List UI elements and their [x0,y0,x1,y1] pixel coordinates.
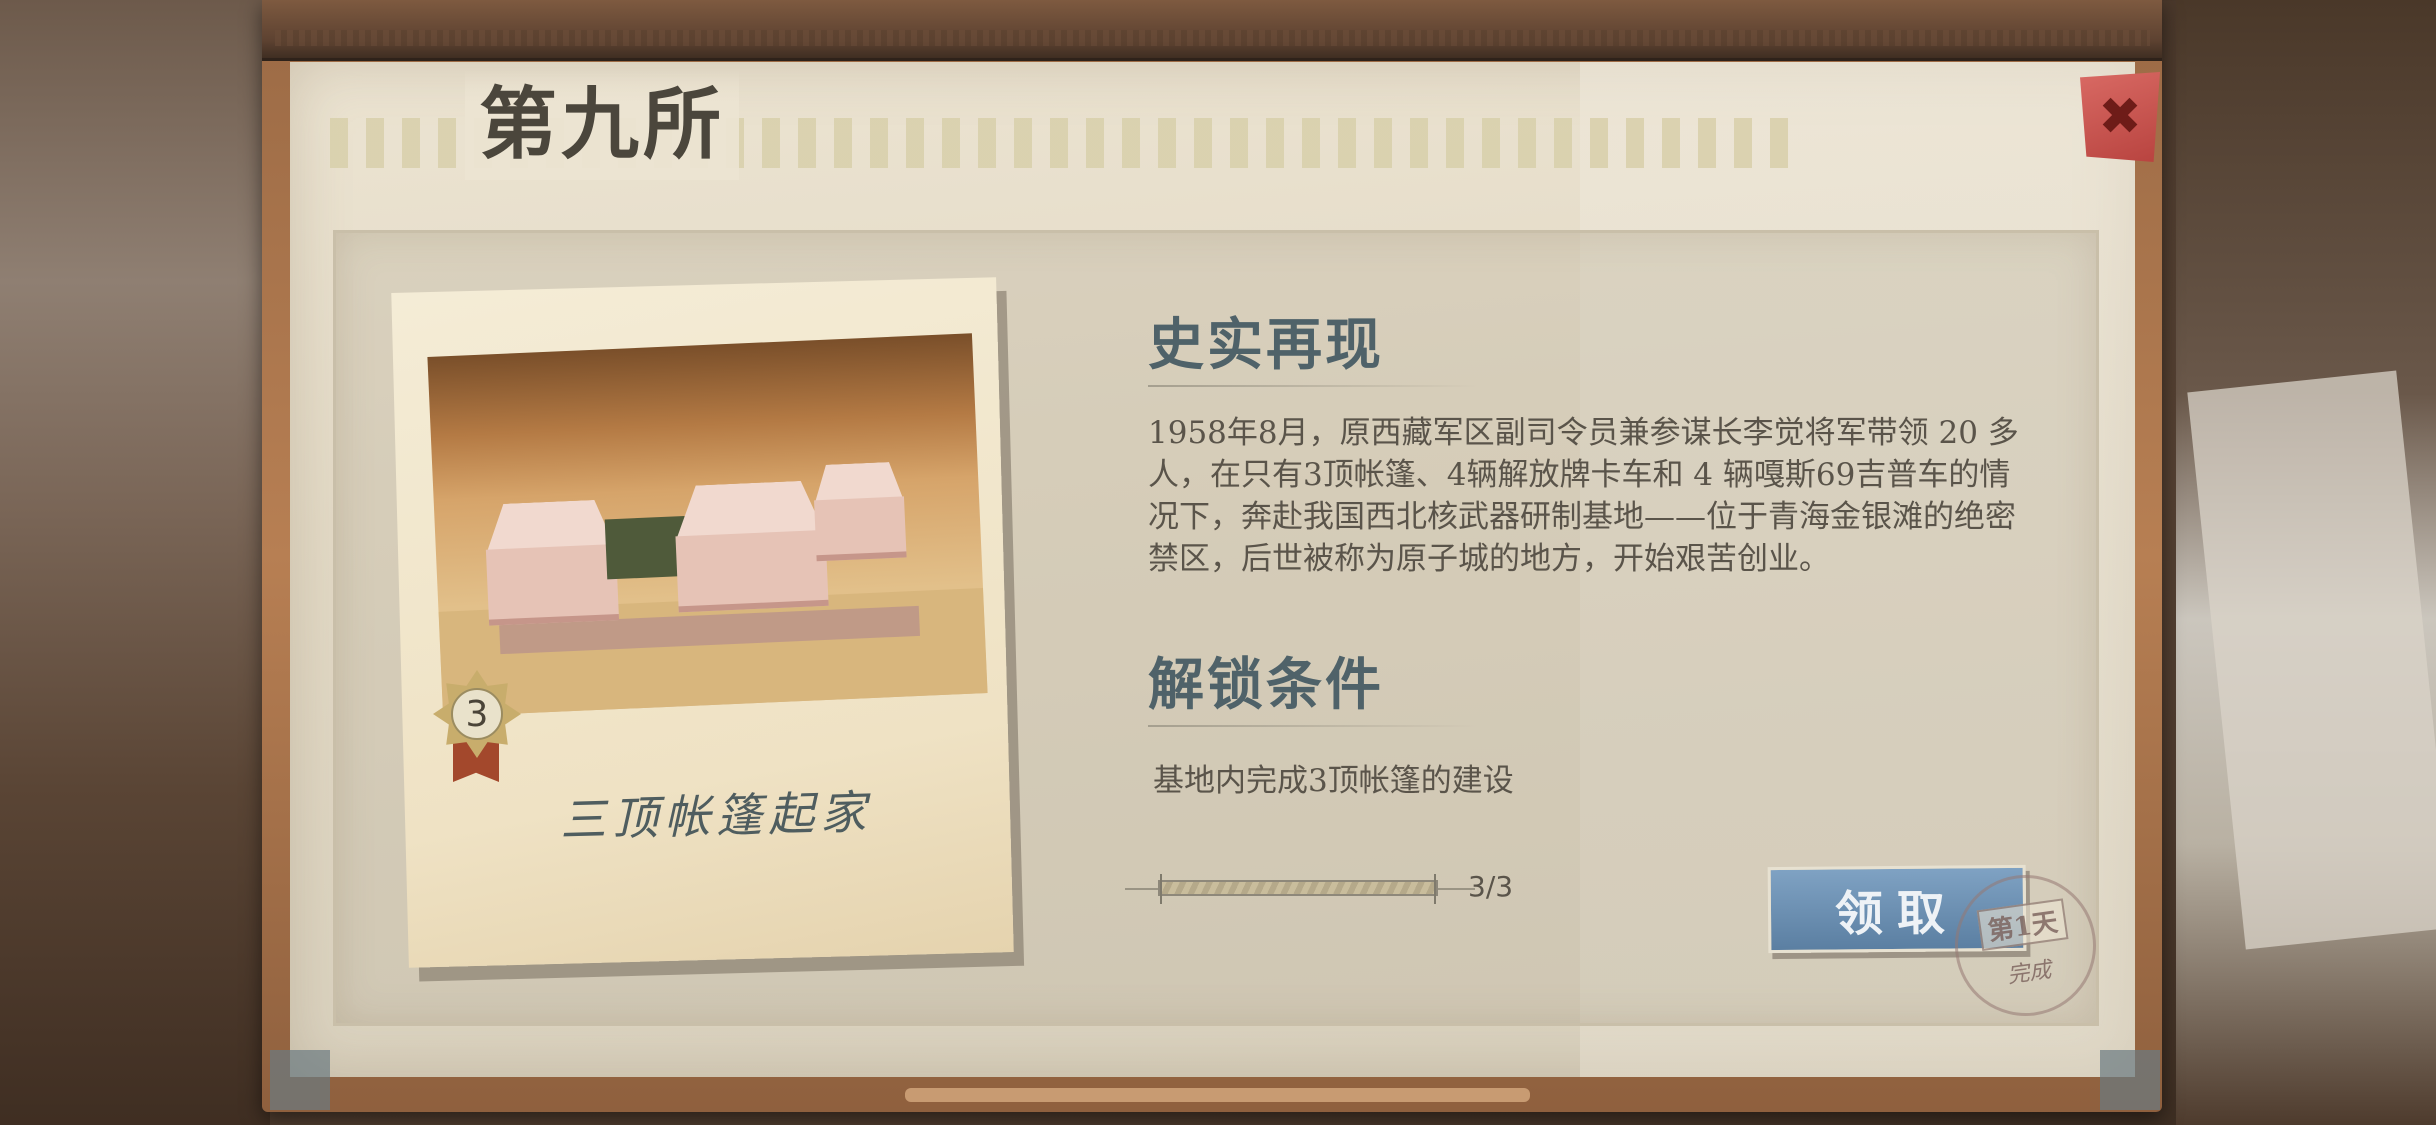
history-text: 1958年8月，原西藏军区副司令员兼参谋长李觉将军带领 20 多人，在只有3顶帐… [1148,415,2019,577]
tent [675,529,829,613]
progress-cap-left [1160,874,1162,904]
frame-corner-bottom-right [2100,1050,2160,1110]
progress-fill [1160,882,1436,894]
unlock-heading-divider [1148,725,1478,727]
close-button[interactable]: ✖ [2080,72,2160,162]
badge-number: 3 [451,688,503,740]
unlock-heading: 解锁条件 [1148,652,1384,718]
progress-cap-right [1434,874,1436,904]
stamp-day: 第1天 [1977,898,2069,951]
stamp-status: 完成 [2005,957,2053,989]
frame-bottom-bar [905,1088,1530,1102]
tent [814,496,907,562]
tent [485,544,620,626]
history-heading-divider [1148,385,1478,387]
frame-top-strip [275,30,2150,46]
photo-caption: 三顶帐篷起家 [559,784,873,848]
background-left [0,0,270,1125]
progress-bar [1158,880,1438,896]
jeep [604,515,688,580]
tents-photo [427,333,988,717]
page-title: 第九所 [465,70,740,180]
frame-corner-bottom-left [270,1050,330,1110]
progress-count: 3/3 [1468,870,1514,903]
history-heading: 史实再现 [1148,312,1384,378]
close-icon: ✖ [2098,87,2142,147]
unlock-condition: 基地内完成3顶帐篷的建设 [1153,763,1514,799]
